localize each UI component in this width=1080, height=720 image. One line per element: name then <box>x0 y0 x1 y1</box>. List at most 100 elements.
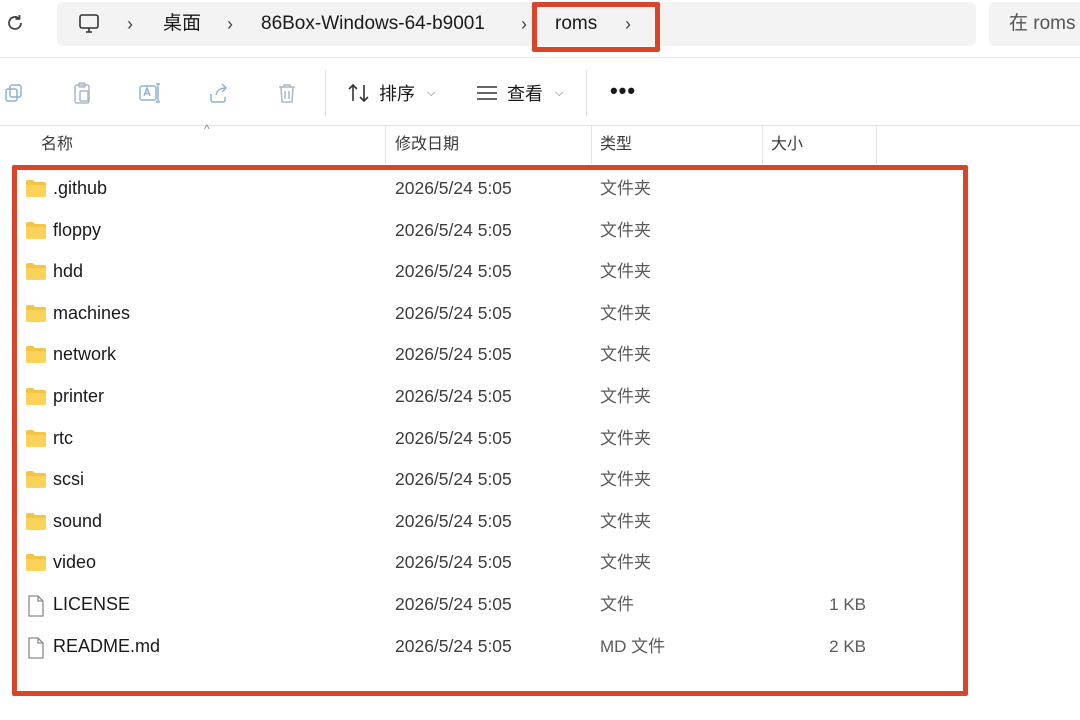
file-date: 2026/5/24 5:05 <box>395 261 512 282</box>
command-bar: 排序 ⌵ 查看 ⌵ ••• <box>0 58 1080 126</box>
file-date: 2026/5/24 5:05 <box>395 386 512 406</box>
breadcrumb-item-86box[interactable]: 86Box-Windows-64-b9001 <box>261 2 485 46</box>
view-button[interactable]: 查看 ⌵ <box>475 78 563 108</box>
file-type: 文件夹 <box>600 428 651 448</box>
list-item[interactable]: rtc 2026/5/24 5:05 文件夹 <box>0 418 960 460</box>
list-item[interactable]: floppy 2026/5/24 5:05 文件夹 <box>0 210 960 252</box>
column-headers: ^ 名称 修改日期 类型 大小 <box>0 122 1080 164</box>
column-header-type[interactable]: 类型 <box>592 126 763 164</box>
refresh-icon[interactable] <box>2 10 28 36</box>
file-name: video <box>53 552 97 573</box>
more-options-button[interactable]: ••• <box>608 78 638 108</box>
folder-icon <box>25 304 47 324</box>
file-size: 2 KB <box>829 636 866 656</box>
this-pc-icon[interactable] <box>77 12 101 36</box>
file-name: network <box>53 344 117 365</box>
file-explorer-window: › 桌面 › 86Box-Windows-64-b9001 › roms › 在… <box>0 0 1080 720</box>
list-item[interactable]: video 2026/5/24 5:05 文件夹 <box>0 542 960 584</box>
chevron-right-icon[interactable]: › <box>227 2 233 46</box>
file-date: 2026/5/24 5:05 <box>395 635 512 656</box>
chevron-right-icon[interactable]: › <box>625 2 631 46</box>
list-item[interactable]: printer 2026/5/24 5:05 文件夹 <box>0 376 960 418</box>
file-size <box>780 293 866 335</box>
column-header-name[interactable]: 名称 <box>33 126 386 164</box>
file-type: 文件夹 <box>600 179 651 198</box>
sort-button[interactable]: 排序 ⌵ <box>347 78 435 108</box>
sort-label: 排序 <box>379 84 415 104</box>
folder-icon <box>25 429 47 449</box>
folder-icon <box>25 553 47 573</box>
sort-icon <box>348 83 369 103</box>
share-icon[interactable] <box>205 80 231 106</box>
list-item[interactable]: network 2026/5/24 5:05 文件夹 <box>0 334 960 376</box>
folder-icon <box>25 179 47 199</box>
file-size <box>780 542 866 584</box>
toolbar-separator <box>325 70 326 116</box>
breadcrumb-item-roms[interactable]: roms <box>555 2 597 46</box>
folder-icon <box>25 387 47 407</box>
file-size <box>780 376 866 418</box>
file-name: rtc <box>53 427 73 448</box>
file-date: 2026/5/24 5:05 <box>395 594 512 614</box>
file-name: printer <box>53 386 105 406</box>
file-type: 文件夹 <box>600 511 651 531</box>
delete-icon[interactable] <box>274 80 300 106</box>
view-label: 查看 <box>507 84 543 104</box>
chevron-right-icon[interactable]: › <box>521 2 527 46</box>
file-size: 1 KB <box>829 595 866 614</box>
list-item[interactable]: machines 2026/5/24 5:05 文件夹 <box>0 293 960 335</box>
rename-icon[interactable] <box>137 80 163 106</box>
list-item[interactable]: .github 2026/5/24 5:05 文件夹 <box>0 168 960 210</box>
toolbar-separator <box>586 70 587 116</box>
folder-icon <box>25 262 47 282</box>
folder-icon <box>25 512 47 532</box>
file-size <box>780 210 866 252</box>
folder-icon <box>25 221 47 241</box>
file-icon <box>25 595 47 617</box>
file-date: 2026/5/24 5:05 <box>395 219 512 240</box>
view-list-icon <box>477 86 497 100</box>
paste-icon[interactable] <box>69 80 95 106</box>
file-size <box>780 251 866 293</box>
file-size <box>780 334 866 376</box>
file-size <box>780 168 866 210</box>
file-name: .github <box>53 178 108 198</box>
file-date: 2026/5/24 5:05 <box>395 344 512 365</box>
list-item[interactable]: README.md 2026/5/24 5:05 MD 文件 2 KB <box>0 626 960 668</box>
file-date: 2026/5/24 5:05 <box>395 552 512 573</box>
column-header-size[interactable]: 大小 <box>763 126 877 164</box>
file-name: sound <box>53 510 103 531</box>
file-date: 2026/5/24 5:05 <box>395 427 512 448</box>
file-name: scsi <box>53 469 84 490</box>
file-size <box>780 459 866 501</box>
chevron-right-icon[interactable]: › <box>127 2 133 46</box>
copy-icon[interactable] <box>1 80 27 106</box>
folder-icon <box>25 470 47 490</box>
file-type: 文件夹 <box>600 470 651 490</box>
list-item[interactable]: scsi 2026/5/24 5:05 文件夹 <box>0 459 960 501</box>
file-date: 2026/5/24 5:05 <box>395 302 512 323</box>
chevron-down-icon: ⌵ <box>427 86 436 99</box>
list-item[interactable]: sound 2026/5/24 5:05 文件夹 <box>0 501 960 543</box>
address-bar-row: › 桌面 › 86Box-Windows-64-b9001 › roms › 在… <box>0 0 1080 58</box>
breadcrumb-item-desktop[interactable]: 桌面 <box>163 2 201 46</box>
file-name: LICENSE <box>53 594 131 614</box>
file-type: 文件夹 <box>600 303 651 323</box>
file-date: 2026/5/24 5:05 <box>395 510 512 531</box>
file-type: 文件夹 <box>600 345 651 365</box>
file-type: 文件夹 <box>600 387 651 406</box>
file-date: 2026/5/24 5:05 <box>395 469 512 490</box>
file-date: 2026/5/24 5:05 <box>395 178 512 198</box>
file-type: 文件夹 <box>600 220 651 240</box>
file-name: README.md <box>53 635 161 656</box>
column-header-date[interactable]: 修改日期 <box>387 126 592 164</box>
search-input[interactable]: 在 roms <box>989 2 1080 46</box>
breadcrumb[interactable]: › 桌面 › 86Box-Windows-64-b9001 › roms › <box>57 2 976 46</box>
file-type: MD 文件 <box>600 636 666 656</box>
file-icon <box>25 636 47 659</box>
file-name: machines <box>53 302 131 323</box>
list-item[interactable]: hdd 2026/5/24 5:05 文件夹 <box>0 251 960 293</box>
file-name: hdd <box>53 261 84 282</box>
list-item[interactable]: LICENSE 2026/5/24 5:05 文件 1 KB <box>0 584 960 626</box>
chevron-down-icon: ⌵ <box>555 86 564 99</box>
